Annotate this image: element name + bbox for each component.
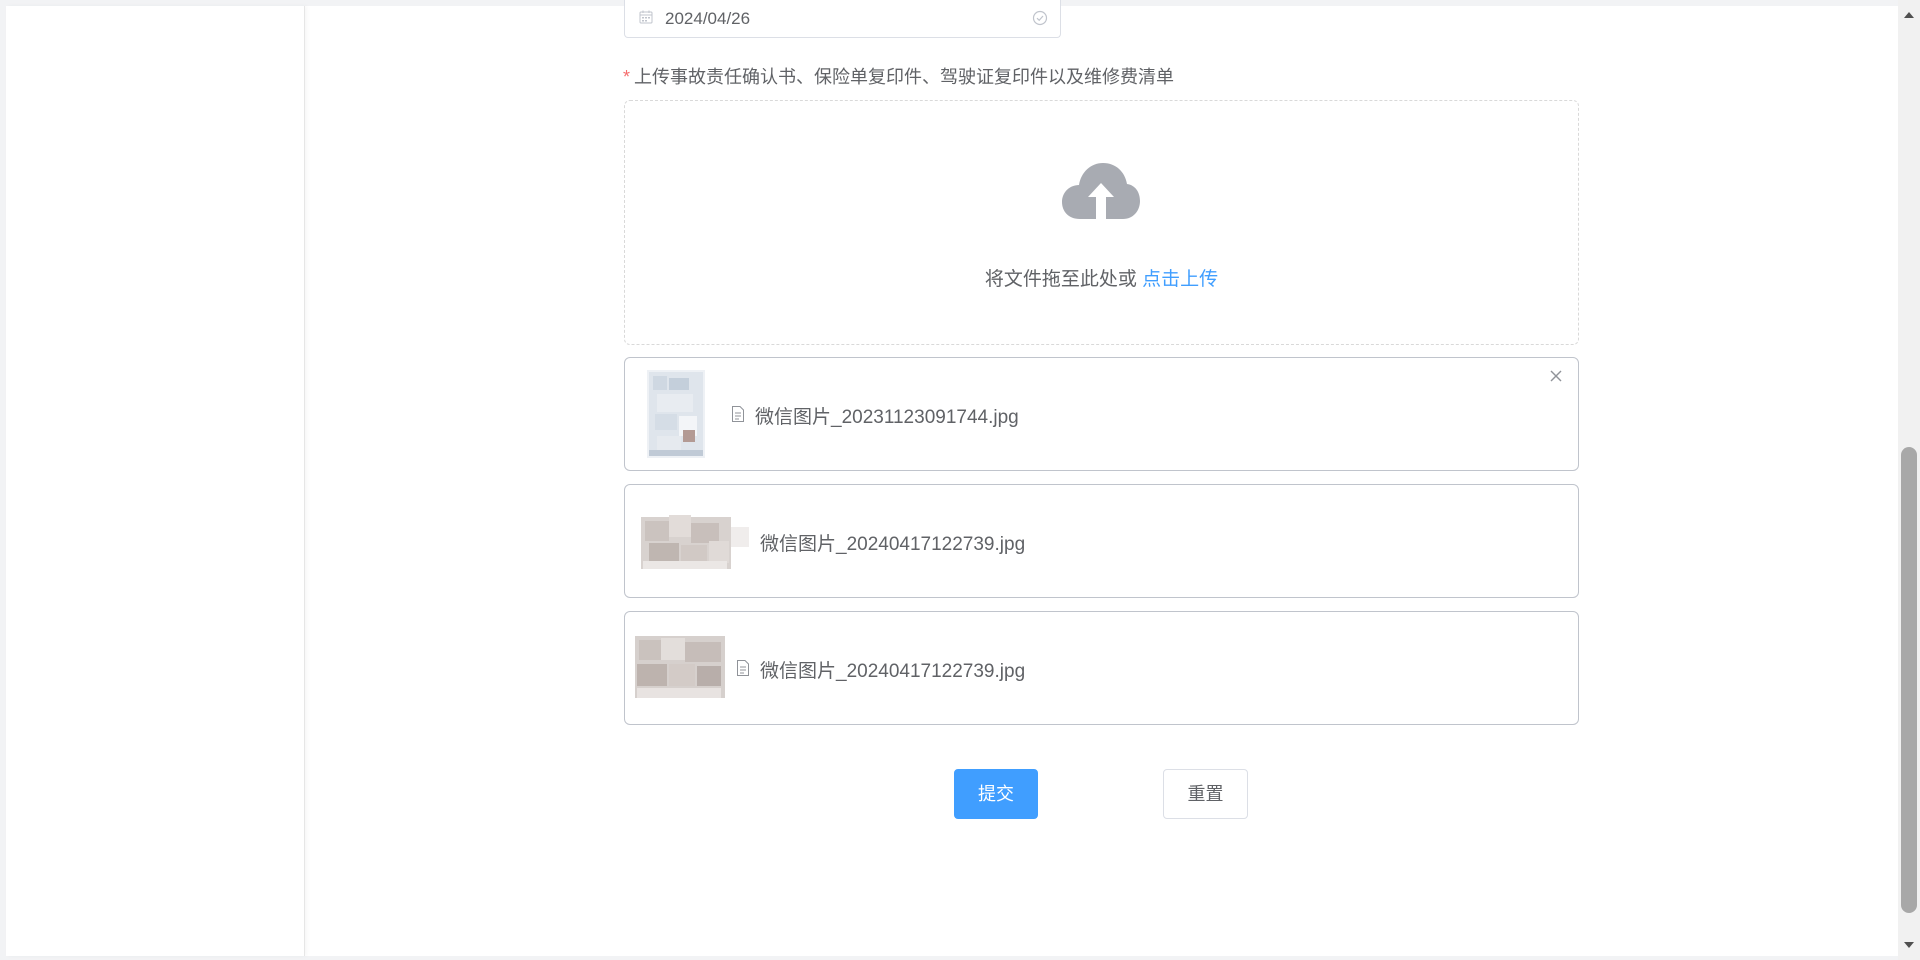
scroll-down-arrow-icon[interactable] bbox=[1904, 942, 1914, 948]
circle-check-icon bbox=[1032, 10, 1048, 26]
sidebar bbox=[6, 6, 305, 956]
click-upload-link[interactable]: 点击上传 bbox=[1142, 269, 1218, 290]
upload-label: * 上传事故责任确认书、保险单复印件、驾驶证复印件以及维修费清单 bbox=[623, 63, 1174, 89]
file-thumbnail bbox=[635, 497, 750, 585]
dropzone-hint: 将文件拖至此处或 bbox=[984, 269, 1137, 290]
scrollbar-thumb[interactable] bbox=[1901, 447, 1917, 913]
file-thumbnail bbox=[635, 624, 725, 712]
dropzone-text: 将文件拖至此处或 点击上传 bbox=[625, 264, 1578, 291]
cloud-upload-icon bbox=[1062, 163, 1140, 219]
upload-dropzone[interactable]: 将文件拖至此处或 点击上传 bbox=[624, 100, 1579, 345]
document-icon bbox=[737, 660, 749, 676]
uploaded-file-item[interactable]: 微信图片_20240417122739.jpg bbox=[624, 484, 1579, 598]
file-thumbnail bbox=[647, 370, 705, 458]
scroll-up-arrow-icon[interactable] bbox=[1904, 12, 1914, 18]
file-name: 微信图片_20231123091744.jpg bbox=[755, 407, 1019, 428]
submit-button[interactable]: 提交 bbox=[954, 769, 1038, 819]
accident-date-field[interactable]: 2024/04/26 bbox=[624, 0, 1061, 38]
file-name: 微信图片_20240417122739.jpg bbox=[760, 661, 1026, 682]
uploaded-file-item[interactable]: 微信图片_20240417122739.jpg bbox=[624, 611, 1579, 725]
date-value: 2024/04/26 bbox=[665, 9, 751, 28]
close-icon[interactable] bbox=[1548, 368, 1564, 384]
page-scrollbar[interactable] bbox=[1898, 0, 1920, 960]
reset-button[interactable]: 重置 bbox=[1163, 769, 1248, 819]
upload-label-text: 上传事故责任确认书、保险单复印件、驾驶证复印件以及维修费清单 bbox=[634, 67, 1175, 87]
file-name: 微信图片_20240417122739.jpg bbox=[760, 534, 1026, 555]
uploaded-file-item[interactable]: 微信图片_20231123091744.jpg bbox=[624, 357, 1579, 471]
calendar-icon bbox=[639, 10, 653, 24]
required-mark: * bbox=[623, 67, 631, 87]
document-icon bbox=[732, 406, 744, 422]
